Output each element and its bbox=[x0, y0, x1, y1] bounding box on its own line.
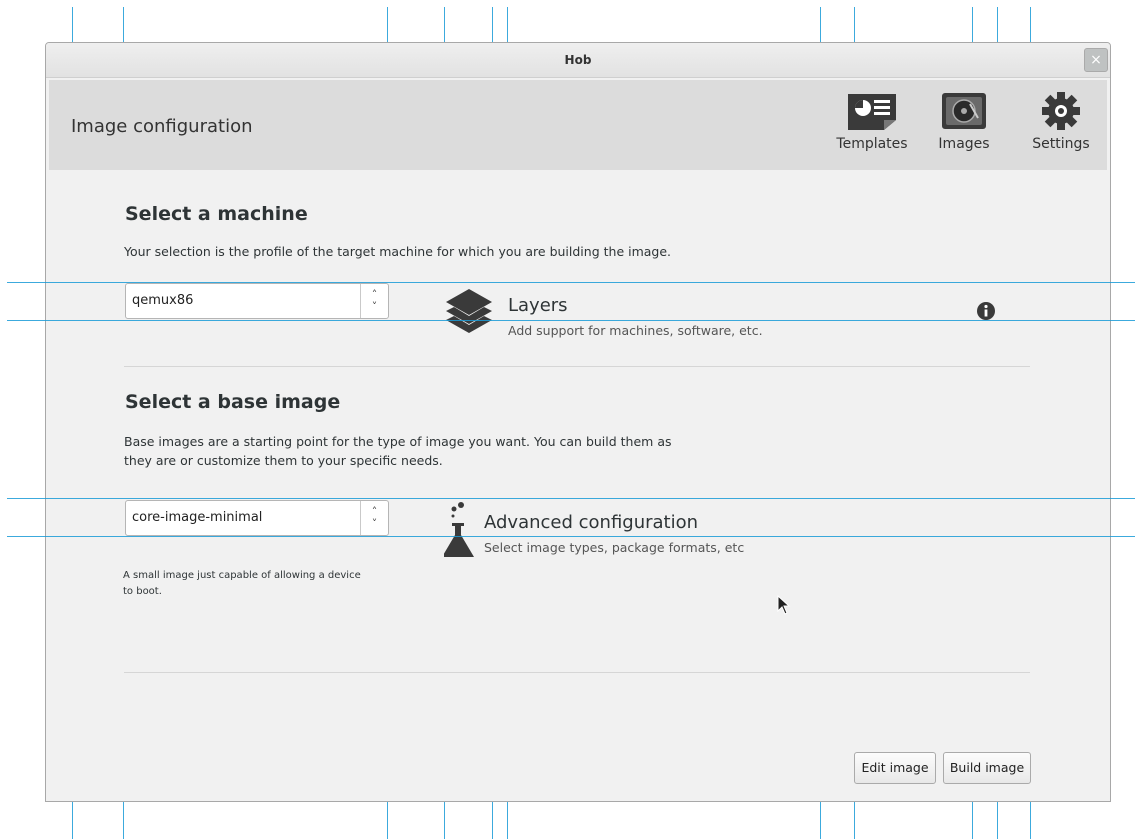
section-separator bbox=[124, 366, 1030, 367]
templates-label: Templates bbox=[836, 136, 908, 152]
close-icon: × bbox=[1090, 52, 1102, 68]
base-image-summary: A small image just capable of allowing a… bbox=[123, 568, 383, 600]
machine-combo[interactable]: qemux86 ˄ ˅ bbox=[125, 283, 389, 319]
base-image-combo-value: core-image-minimal bbox=[132, 510, 263, 525]
advanced-configuration-link[interactable]: Advanced configuration Select image type… bbox=[444, 501, 864, 563]
window-title: Hob bbox=[564, 53, 592, 67]
machine-combo-value: qemux86 bbox=[132, 293, 194, 308]
base-image-heading: Select a base image bbox=[125, 391, 341, 413]
base-image-description-line2: they are or customize them to your speci… bbox=[124, 453, 443, 468]
combo-arrows-icon: ˄ ˅ bbox=[360, 501, 388, 535]
header-bar: Image configuration Templates Images Set… bbox=[49, 80, 1107, 170]
edit-image-button[interactable]: Edit image bbox=[854, 752, 936, 784]
templates-button[interactable]: Templates bbox=[832, 90, 912, 152]
app-window: Hob × Image configuration Templates Imag… bbox=[45, 42, 1111, 802]
images-button[interactable]: Images bbox=[924, 90, 1004, 152]
bottom-separator bbox=[124, 672, 1030, 673]
page-title: Image configuration bbox=[71, 116, 253, 137]
images-icon bbox=[942, 93, 986, 129]
settings-label: Settings bbox=[1032, 136, 1090, 152]
layers-link[interactable]: Layers Add support for machines, softwar… bbox=[444, 286, 984, 340]
guide-line-h bbox=[7, 320, 1135, 321]
guide-line-h bbox=[7, 282, 1135, 283]
advanced-subtitle: Select image types, package formats, etc bbox=[484, 540, 745, 555]
layers-icon bbox=[446, 289, 492, 333]
build-image-button[interactable]: Build image bbox=[943, 752, 1031, 784]
layers-title: Layers bbox=[508, 295, 568, 316]
templates-icon bbox=[848, 94, 896, 130]
guide-line-h bbox=[7, 498, 1135, 499]
base-image-description: Base images are a starting point for the… bbox=[124, 432, 672, 470]
settings-button[interactable]: Settings bbox=[1021, 90, 1101, 152]
gear-icon bbox=[1042, 92, 1080, 130]
base-image-summary-line2: to boot. bbox=[123, 586, 162, 597]
base-image-description-line1: Base images are a starting point for the… bbox=[124, 434, 672, 449]
titlebar: Hob bbox=[46, 43, 1110, 78]
images-label: Images bbox=[938, 136, 990, 152]
layers-subtitle: Add support for machines, software, etc. bbox=[508, 323, 763, 338]
guide-line-h bbox=[7, 536, 1135, 537]
base-image-combo[interactable]: core-image-minimal ˄ ˅ bbox=[125, 500, 389, 536]
flask-icon bbox=[444, 502, 474, 557]
machine-description: Your selection is the profile of the tar… bbox=[124, 244, 672, 259]
machine-heading: Select a machine bbox=[125, 203, 308, 225]
close-button[interactable]: × bbox=[1084, 48, 1108, 72]
combo-arrows-icon: ˄ ˅ bbox=[360, 284, 388, 318]
base-image-summary-line1: A small image just capable of allowing a… bbox=[123, 570, 361, 581]
info-icon[interactable] bbox=[976, 301, 996, 321]
mouse-cursor-icon bbox=[777, 595, 791, 615]
advanced-title: Advanced configuration bbox=[484, 512, 699, 533]
